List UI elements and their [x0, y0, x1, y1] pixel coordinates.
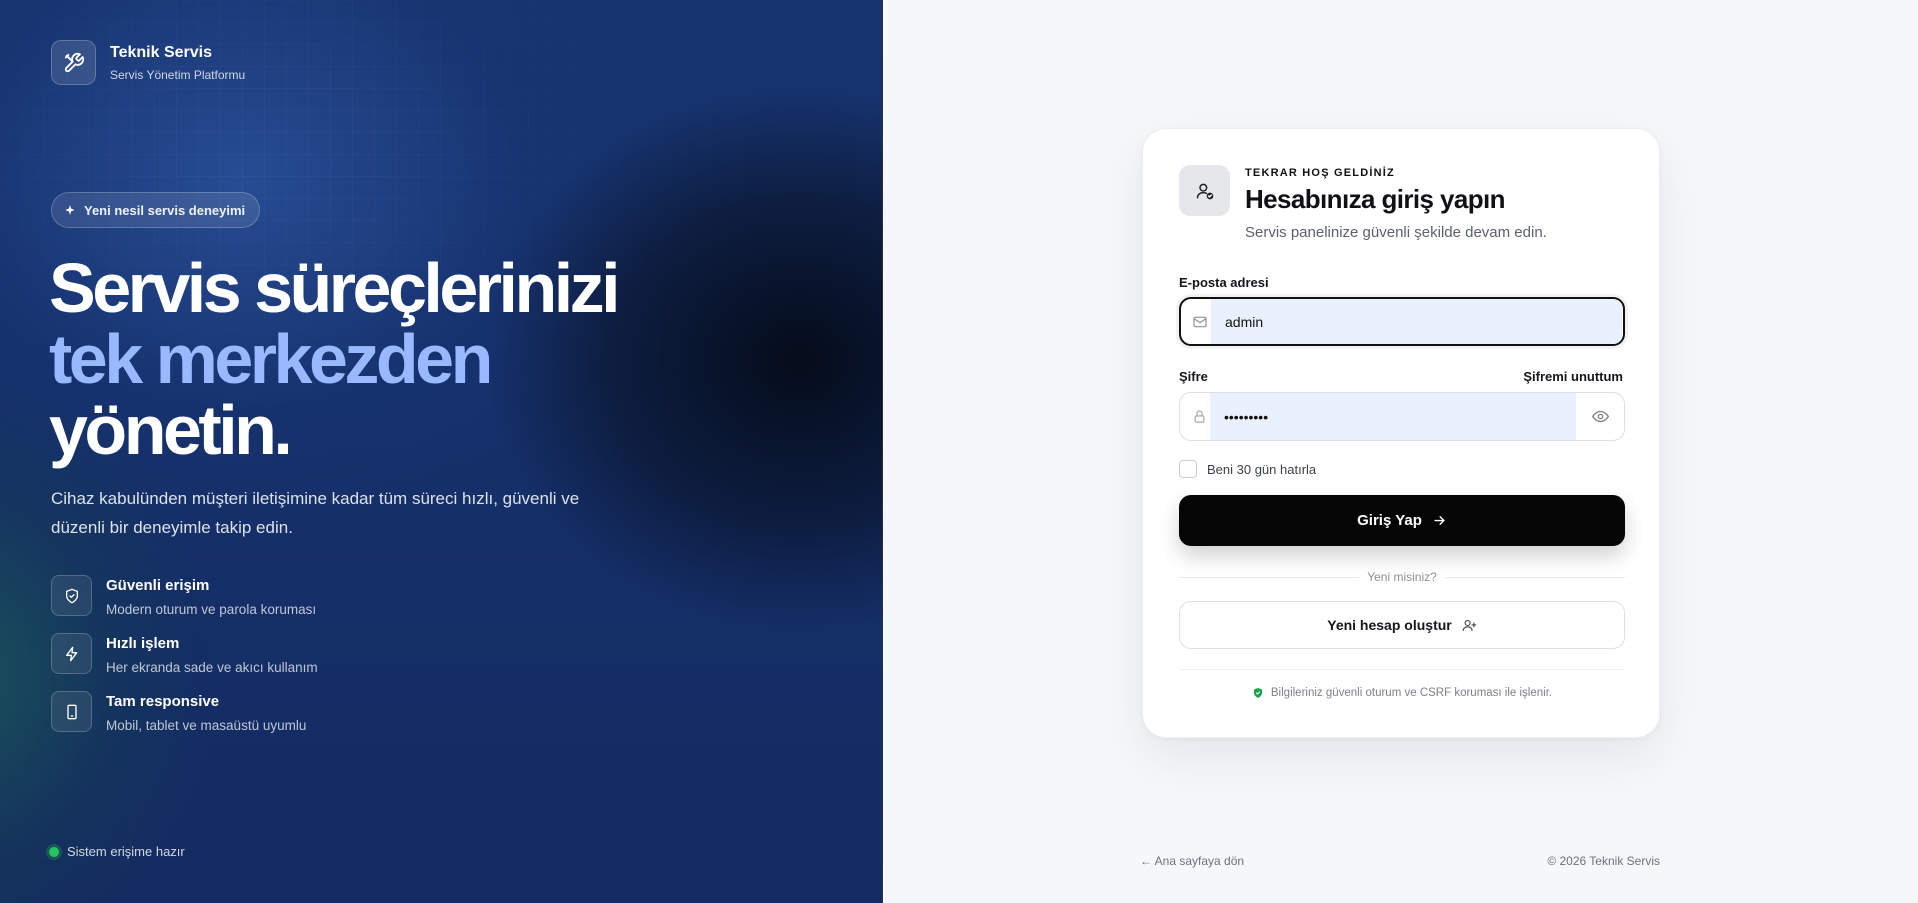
register-button[interactable]: Yeni hesap oluştur [1179, 601, 1625, 649]
tools-icon [51, 40, 96, 85]
password-input[interactable] [1210, 393, 1576, 440]
feature-title: Hızlı işlem [106, 635, 180, 652]
panel-divider [882, 0, 883, 903]
hero-badge-label: Yeni nesil servis deneyimi [84, 202, 246, 218]
security-text: Bilgileriniz güvenli oturum ve CSRF koru… [1270, 687, 1553, 699]
feature-desc: Mobil, tablet ve masaüstü uyumlu [106, 718, 307, 733]
feature-desc: Modern oturum ve parola koruması [106, 602, 317, 617]
hero-badge: Yeni nesil servis deneyimi [51, 192, 261, 228]
feature-title: Güvenli erişim [106, 577, 210, 594]
sparkle-icon [65, 205, 75, 215]
smartphone-icon [51, 691, 92, 732]
status-dot-icon [49, 846, 59, 857]
email-input[interactable] [1211, 299, 1622, 344]
brand-title: Teknik Servis [110, 43, 212, 61]
remember-checkbox[interactable] [1179, 460, 1197, 478]
system-status: Sistem erişime hazır [49, 844, 185, 859]
feature-title: Tam responsive [106, 693, 220, 710]
headline-line-1: Servis süreçlerinizi [49, 249, 621, 327]
back-home-link[interactable]: ← Ana sayfaya dön [1140, 854, 1244, 868]
login-card: TEKRAR HOŞ GELDİNİZ Hesabınıza giriş yap… [1142, 128, 1660, 738]
register-button-label: Yeni hesap oluştur [1327, 617, 1452, 633]
user-plus-icon [1462, 619, 1477, 631]
feature-desc: Her ekranda sade ve akıcı kullanım [106, 660, 318, 675]
login-button[interactable]: Giriş Yap [1179, 495, 1625, 546]
lock-icon [1180, 393, 1210, 440]
headline-line-3: yönetin. [49, 391, 293, 469]
arrow-right-icon [1434, 516, 1445, 525]
brand: Teknik Servis Servis Yönetim Platformu [51, 40, 245, 85]
hero-headline: Servis süreçlerinizi tek merkezden yönet… [49, 249, 621, 469]
status-text: Sistem erişime hazır [67, 844, 185, 859]
email-label: E-posta adresi [1179, 275, 1269, 290]
bolt-icon [51, 633, 92, 674]
login-title: Hesabınıza giriş yapın [1245, 184, 1505, 214]
login-button-label: Giriş Yap [1357, 512, 1422, 529]
remember-label: Beni 30 gün hatırla [1207, 461, 1317, 477]
login-header: TEKRAR HOŞ GELDİNİZ Hesabınıza giriş yap… [1179, 165, 1547, 241]
password-label: Şifre [1179, 369, 1208, 384]
password-field[interactable] [1179, 392, 1625, 441]
feature-list: Güvenli erişim Modern oturum ve parola k… [51, 575, 318, 749]
hero-lead: Cihaz kabulünden müşteri iletişimine kad… [51, 489, 580, 537]
login-eyebrow: TEKRAR HOŞ GELDİNİZ [1245, 167, 1395, 179]
feature-item: Hızlı işlem Her ekranda sade ve akıcı ku… [51, 633, 318, 691]
security-note: Bilgileriniz güvenli oturum ve CSRF koru… [1179, 687, 1625, 699]
remember-me[interactable]: Beni 30 gün hatırla [1179, 460, 1316, 478]
copyright: © 2026 Teknik Servis [1547, 854, 1660, 868]
headline-line-2: tek merkezden [49, 320, 493, 398]
brand-subtitle: Servis Yönetim Platformu [110, 67, 246, 82]
hero-panel: Teknik Servis Servis Yönetim Platformu Y… [0, 0, 882, 903]
shield-check-icon [51, 575, 92, 616]
email-field[interactable] [1179, 297, 1625, 346]
eye-icon[interactable] [1576, 393, 1624, 440]
divider [1179, 669, 1625, 670]
mail-icon [1181, 299, 1211, 344]
feature-item: Tam responsive Mobil, tablet ve masaüstü… [51, 691, 318, 749]
separator: Yeni misiniz? [1179, 569, 1625, 585]
login-subtitle: Servis panelinize güvenli şekilde devam … [1245, 224, 1547, 241]
forgot-password-link[interactable]: Şifremi unuttum [1523, 369, 1623, 384]
separator-text: Yeni misiniz? [1367, 570, 1437, 584]
user-check-icon [1179, 165, 1230, 216]
shield-icon [1253, 688, 1262, 698]
feature-item: Güvenli erişim Modern oturum ve parola k… [51, 575, 318, 633]
